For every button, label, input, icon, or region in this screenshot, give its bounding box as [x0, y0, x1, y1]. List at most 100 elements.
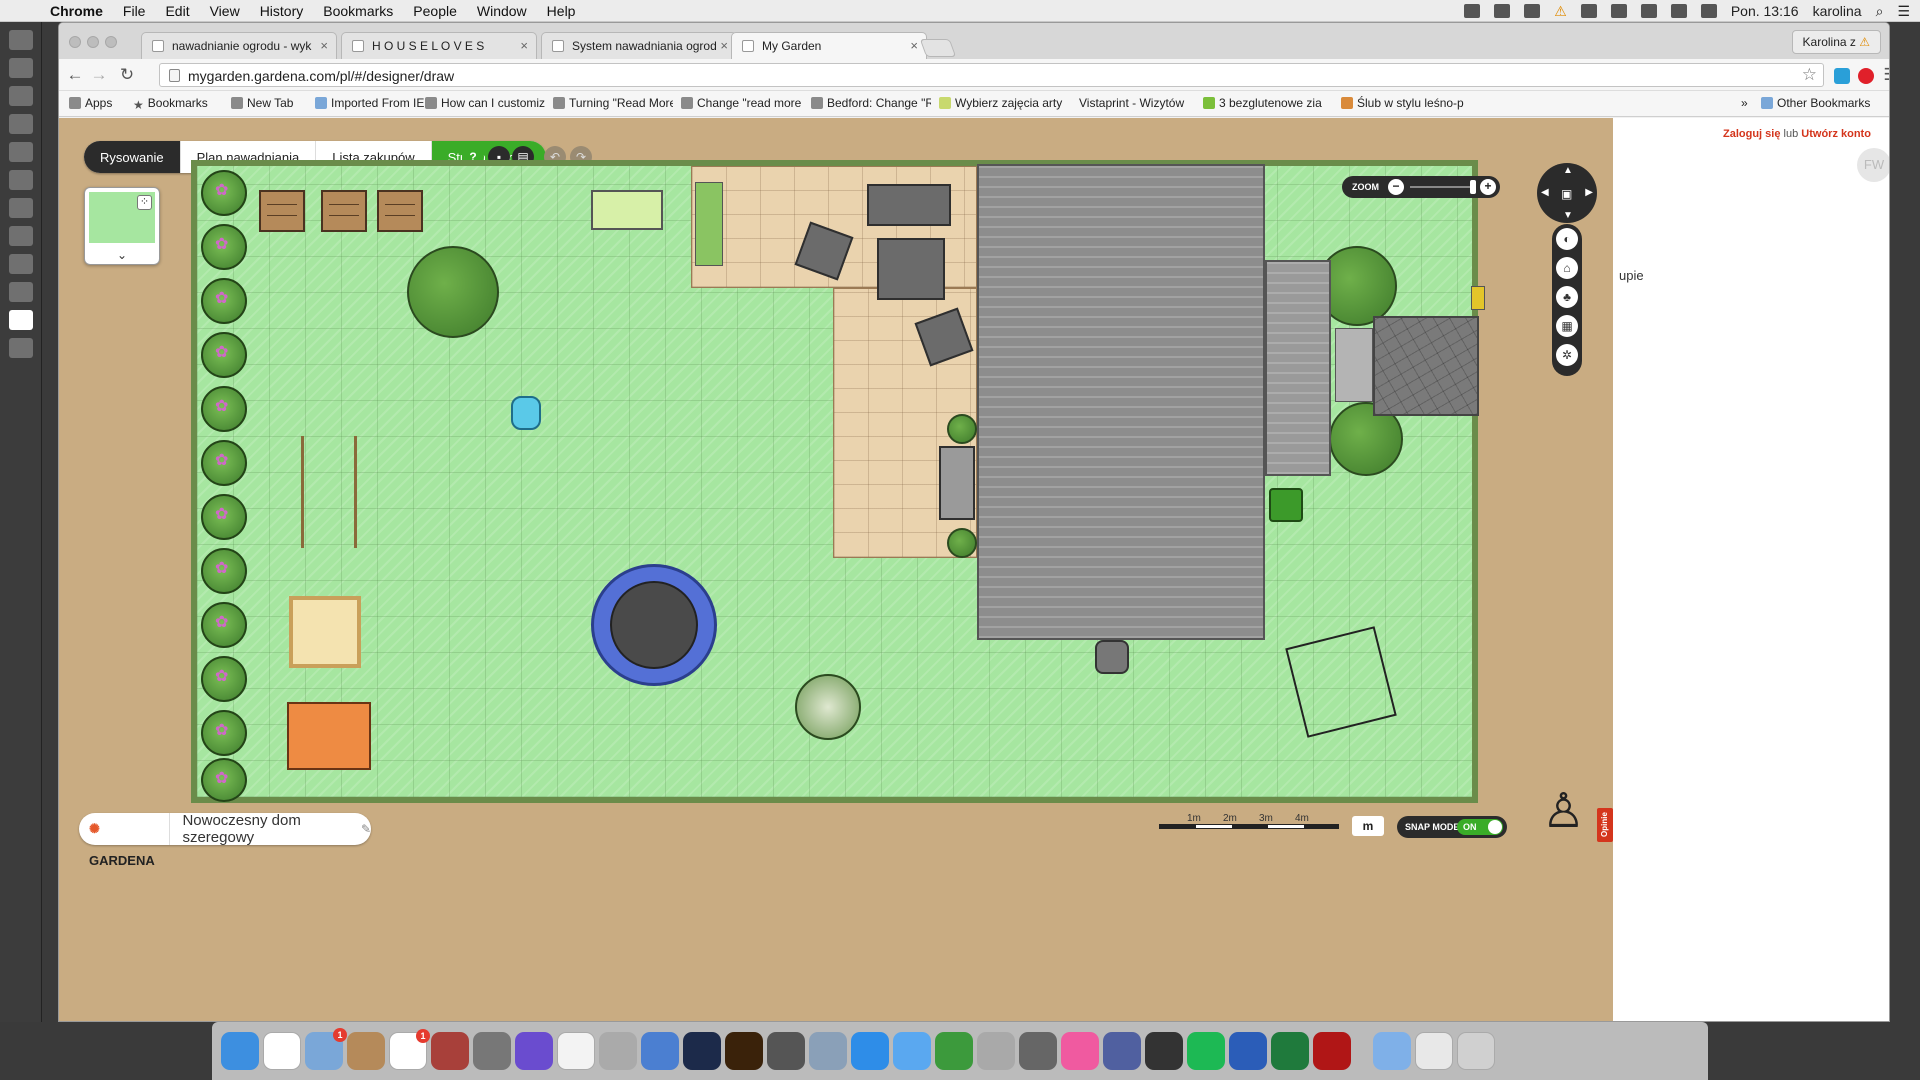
reload-icon[interactable]: ↻ [115, 63, 139, 87]
menu-user[interactable]: karolina [1813, 3, 1862, 19]
trash-icon[interactable] [1457, 1032, 1495, 1070]
bookmark-bedford[interactable]: Bedford: Change "Re [811, 96, 931, 110]
bookmark-apps[interactable]: Apps [69, 96, 112, 110]
trampoline[interactable] [591, 564, 717, 686]
unit-selector[interactable]: m [1352, 816, 1384, 836]
grid-layer-icon[interactable]: ▦ [1556, 315, 1578, 337]
dropbox-status-icon[interactable] [1494, 4, 1511, 18]
zoom-slider-handle[interactable] [1470, 180, 1476, 194]
extension-checkmark-icon[interactable] [1834, 68, 1850, 84]
rotate-view-icon[interactable]: ◐ [1556, 228, 1578, 250]
hedge-bush[interactable] [201, 710, 247, 756]
bookmark-bezglutenowe[interactable]: 3 bezglutenowe zia [1203, 96, 1331, 110]
excel-icon[interactable] [1271, 1032, 1309, 1070]
sun-lounger[interactable] [939, 446, 975, 520]
pan-up-icon[interactable]: ▲ [1563, 165, 1573, 176]
chrome-menu-icon[interactable]: ☰ [1879, 63, 1889, 87]
system-preferences-icon[interactable] [1019, 1032, 1057, 1070]
feedback-button[interactable]: Opinie [1597, 808, 1613, 842]
bookmark-vistaprint[interactable]: Vistaprint - Wizytów [1079, 96, 1195, 110]
house-extension[interactable] [1265, 260, 1331, 476]
time-machine-icon[interactable] [1580, 4, 1597, 18]
stamp-tool-icon[interactable] [9, 142, 33, 162]
menu-help[interactable]: Help [537, 3, 586, 19]
garden-waste-bin[interactable] [1269, 488, 1303, 522]
menu-clock[interactable]: Pon. 13:16 [1731, 3, 1799, 19]
pan-right-icon[interactable]: ▶ [1585, 187, 1593, 198]
stone-terrace[interactable] [1373, 316, 1479, 416]
tab-system-nawadniania[interactable]: System nawadniania ogrod × [541, 32, 737, 59]
applications-folder-icon[interactable] [1373, 1032, 1411, 1070]
eraser-tool-icon[interactable] [9, 170, 33, 190]
messages-icon[interactable] [893, 1032, 931, 1070]
minimap[interactable]: ⁘ ⌄ [84, 187, 160, 265]
pan-left-icon[interactable]: ◀ [1541, 187, 1549, 198]
deciduous-tree[interactable] [407, 246, 499, 338]
quicktime-icon[interactable] [641, 1032, 679, 1070]
hedge-bush[interactable] [201, 170, 247, 216]
bookmark-imported-from-ie[interactable]: Imported From IE [315, 96, 424, 110]
notification-center-icon[interactable]: ☰ [1897, 3, 1910, 20]
zoom-out-button[interactable]: − [1388, 179, 1404, 195]
forward-arrow-icon[interactable]: → [87, 63, 111, 87]
menu-file[interactable]: File [113, 3, 156, 19]
calendar-icon[interactable]: 1 [389, 1029, 430, 1070]
illustrator-icon[interactable] [725, 1032, 763, 1070]
fontbook-icon[interactable] [977, 1032, 1015, 1070]
bookmark-change-read-more[interactable]: Change "read more" [681, 96, 801, 110]
tab-houseloves[interactable]: H O U S E L O V E S × [341, 32, 537, 59]
color-swatch-icon[interactable] [9, 310, 33, 330]
minimize-window-button[interactable] [87, 36, 99, 48]
menu-history[interactable]: History [250, 3, 314, 19]
pen-tool-icon[interactable] [9, 226, 33, 246]
tree-layer-icon[interactable]: ♣ [1556, 286, 1578, 308]
irrigation-layer-icon[interactable]: ✲ [1556, 344, 1578, 366]
menu-people[interactable]: People [403, 3, 467, 19]
hedge-bush[interactable] [201, 440, 247, 486]
raised-bed[interactable] [321, 190, 367, 232]
volume-icon[interactable] [1670, 4, 1687, 18]
itunes-icon[interactable] [1061, 1032, 1099, 1070]
imovie-icon[interactable] [515, 1032, 553, 1070]
pencil-edit-icon[interactable]: ✎ [361, 822, 371, 836]
close-tab-icon[interactable]: × [720, 38, 728, 53]
hand-tool-icon[interactable] [9, 282, 33, 302]
fit-to-screen-icon[interactable]: ▣ [1561, 187, 1572, 201]
spotify-icon[interactable] [1187, 1032, 1225, 1070]
evernote-icon[interactable] [935, 1032, 973, 1070]
bookmark-other-bookmarks[interactable]: Other Bookmarks [1761, 96, 1870, 110]
snap-mode-switch[interactable]: ON [1457, 819, 1503, 835]
adobe-status-icon[interactable] [1464, 4, 1481, 18]
blur-tool-icon[interactable] [9, 198, 33, 218]
mail-icon[interactable]: 1 [305, 1028, 347, 1070]
close-tab-icon[interactable]: × [520, 38, 528, 53]
fit-view-icon[interactable]: ⁘ [137, 195, 152, 210]
back-arrow-icon[interactable]: ← [63, 63, 87, 87]
potted-plant[interactable] [947, 528, 977, 558]
bookmark-how-can-i-customize[interactable]: How can I customize [425, 96, 545, 110]
login-link[interactable]: Zaloguj się [1723, 128, 1780, 140]
bookmark-turning-read-more[interactable]: Turning "Read More" [553, 96, 673, 110]
tab-my-garden[interactable]: My Garden × [731, 32, 927, 60]
raised-bed[interactable] [377, 190, 423, 232]
ornamental-shrub[interactable] [795, 674, 861, 740]
hedge-bush[interactable] [201, 278, 247, 324]
avatar[interactable]: FW [1857, 148, 1889, 182]
swing-set[interactable] [301, 436, 357, 548]
calculator-icon[interactable] [473, 1032, 511, 1070]
rotary-clothes-dryer[interactable] [1285, 626, 1397, 738]
house-roof[interactable] [977, 164, 1265, 640]
bookmark-star-icon[interactable]: ☆ [1802, 65, 1817, 85]
acrobat-icon[interactable] [1313, 1032, 1351, 1070]
preview-icon[interactable] [809, 1032, 847, 1070]
hedge-bush[interactable] [201, 224, 247, 270]
snap-mode-toggle[interactable]: SNAP MODE ON [1397, 816, 1507, 838]
close-tab-icon[interactable]: × [320, 38, 328, 53]
planter-box[interactable] [695, 182, 723, 266]
hedge-bush[interactable] [201, 602, 247, 648]
bookmark-bookmarks[interactable]: ★ Bookmarks [133, 96, 208, 112]
battery-icon[interactable] [1700, 4, 1717, 18]
hedge-bush[interactable] [201, 548, 247, 594]
hedge-bush[interactable] [201, 656, 247, 702]
contacts-icon[interactable] [347, 1032, 385, 1070]
